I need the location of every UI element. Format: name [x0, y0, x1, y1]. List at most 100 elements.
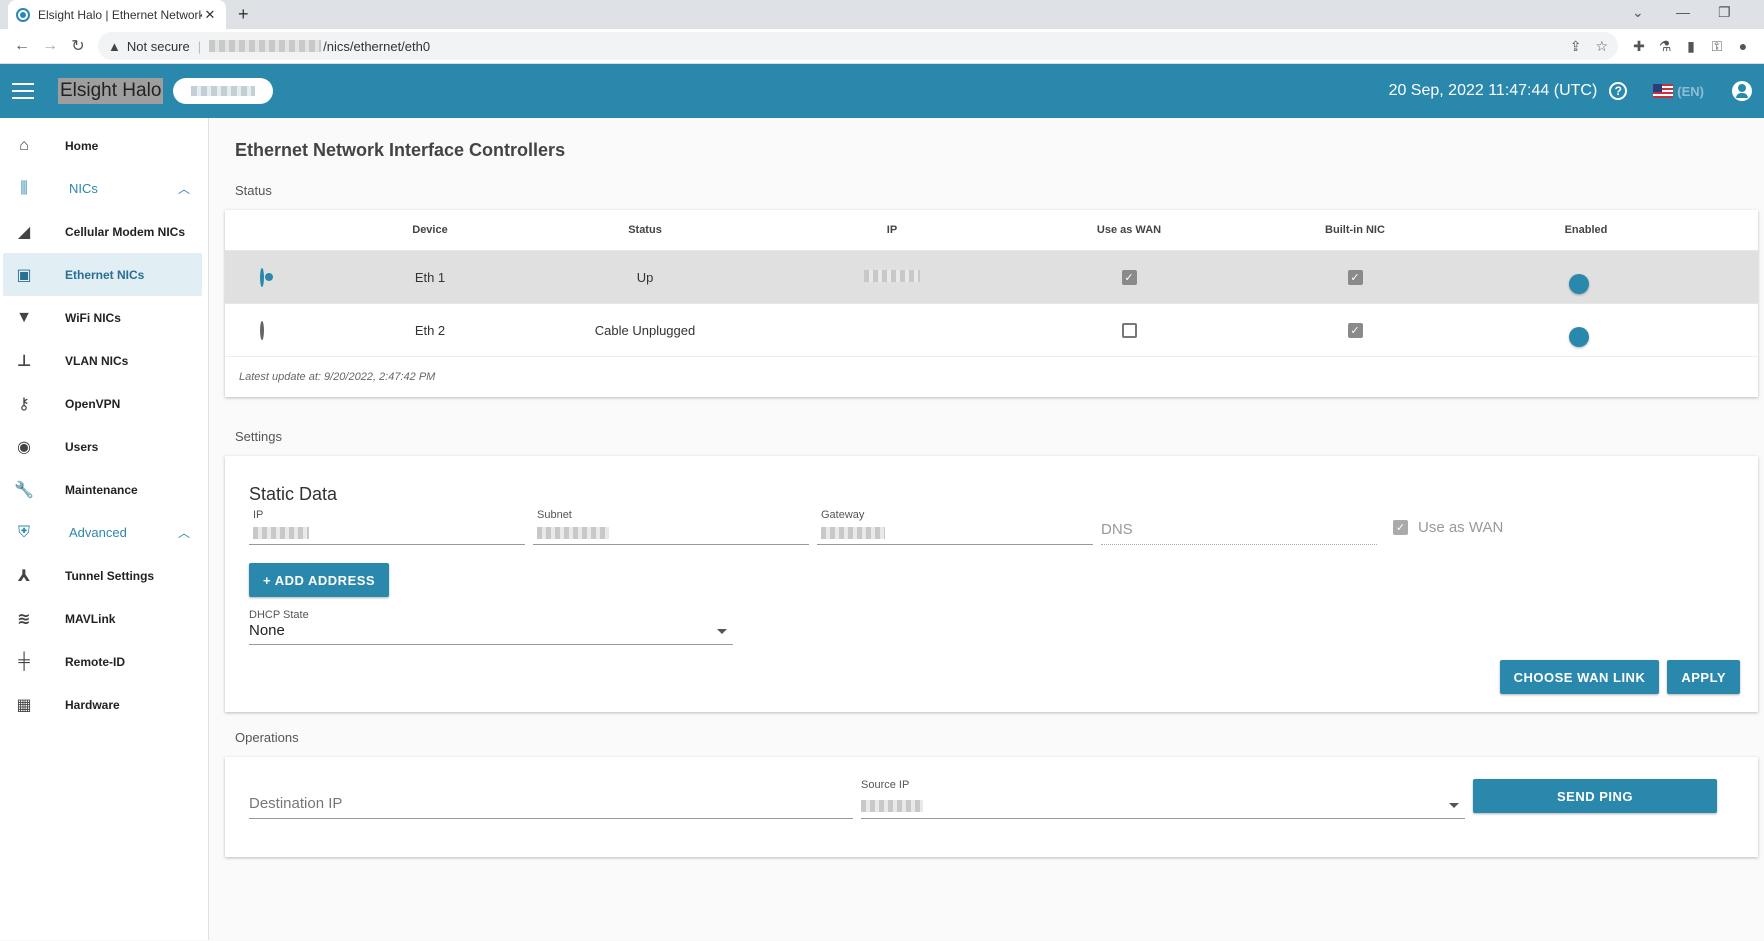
security-label: Not secure [126, 38, 190, 54]
sidebar-item-remote-id[interactable]: ╪ Remote-ID [3, 640, 202, 683]
redacted-ip [864, 269, 920, 282]
key-icon: ⚷ [18, 395, 30, 413]
back-icon[interactable]: ← [8, 37, 36, 55]
minimize-icon[interactable]: — [1676, 4, 1690, 20]
browser-tab[interactable]: Elsight Halo | Ethernet Network I ✕ [8, 0, 226, 29]
network-tree-icon: ⊥ [16, 352, 32, 370]
sidebar-item-label: NICs [69, 181, 98, 196]
restore-icon[interactable]: ❐ [1718, 4, 1731, 21]
main-content: Ethernet Network Interface Controllers S… [209, 118, 1764, 940]
ip-cell [715, 269, 1069, 285]
chevron-up-icon[interactable]: ︿ [178, 180, 190, 197]
share-icon[interactable]: ⇪ [1570, 38, 1582, 55]
sidebar-item-openvpn[interactable]: ⚷ OpenVPN [3, 382, 202, 425]
use-as-wan-label: Use as WAN [1418, 518, 1504, 536]
subnet-field[interactable]: Subnet [533, 509, 809, 545]
sidebar-item-label: Hardware [65, 697, 120, 712]
sidebar-item-hardware[interactable]: ▦ Hardware [3, 683, 202, 726]
apply-button[interactable]: APPLY [1667, 660, 1740, 694]
sidepanel-icon[interactable]: ▮ [1678, 38, 1704, 55]
user-icon: ◉ [17, 438, 31, 456]
dns-field: DNS [1101, 509, 1377, 545]
sidebar-item-label: WiFi NICs [65, 310, 121, 325]
sidebar-item-vlan-nics[interactable]: ⊥ VLAN NICs [3, 339, 202, 382]
sidebar-item-wifi-nics[interactable]: ▼ WiFi NICs [3, 296, 202, 339]
redacted-source-ip [861, 800, 923, 812]
reload-icon[interactable]: ↻ [64, 36, 92, 56]
table-row[interactable]: Eth 2 Cable Unplugged ✓ [225, 303, 1758, 356]
warning-icon: ▲ [108, 38, 121, 54]
wrench-icon: 🔧 [14, 481, 34, 499]
column-header-builtin-nic: Built-in NIC [1325, 224, 1385, 236]
app-header: Elsight Halo 20 Sep, 2022 11:47:44 (UTC)… [0, 64, 1764, 118]
tab-search-icon[interactable]: ⌄ [1632, 4, 1644, 21]
sidebar-item-mavlink[interactable]: ≋ MAVLink [3, 597, 202, 640]
column-header-status: Status [628, 224, 662, 236]
operations-card: Destination IP Source IP SEND PING [225, 757, 1758, 857]
sidebar-item-label: Home [65, 138, 99, 153]
hamburger-menu-icon[interactable] [12, 83, 34, 99]
sidebar-item-users[interactable]: ◉ Users [3, 425, 202, 468]
subnet-field-label: Subnet [537, 509, 572, 521]
bookmark-star-icon[interactable]: ☆ [1595, 38, 1608, 55]
lab-icon[interactable]: ⚗ [1652, 38, 1678, 55]
sidebar-item-ethernet-nics[interactable]: ▣ Ethernet NICs [3, 253, 202, 296]
use-as-wan-option: ✓ Use as WAN [1385, 509, 1503, 545]
destination-ip-input[interactable]: Destination IP [249, 779, 853, 819]
tab-close-icon[interactable]: ✕ [202, 7, 218, 23]
signal-icon: ◢ [17, 223, 31, 241]
sidebar-group-advanced[interactable]: ⛨ Advanced ︿ [3, 511, 202, 554]
hardware-icon: ▦ [16, 696, 32, 714]
ip-field-label: IP [253, 509, 264, 521]
gateway-field[interactable]: Gateway [817, 509, 1093, 545]
sidebar-item-label: OpenVPN [65, 396, 121, 411]
add-address-button[interactable]: + ADD ADDRESS [249, 563, 390, 597]
send-ping-button[interactable]: SEND PING [1473, 779, 1717, 813]
column-header-use-as-wan: Use as WAN [1096, 224, 1162, 236]
antenna-icon: ╪ [18, 652, 30, 670]
dropdown-arrow-icon [1449, 803, 1459, 808]
dhcp-state-label: DHCP State [249, 609, 309, 621]
language-selector[interactable]: (EN) [1677, 84, 1704, 99]
extensions-icon[interactable]: ✚ [1626, 38, 1652, 55]
status-card: Device Status IP Use as WAN Built-in NIC… [225, 210, 1758, 397]
header-datetime: 20 Sep, 2022 11:47:44 (UTC) [1388, 82, 1598, 99]
gateway-field-label: Gateway [821, 509, 865, 521]
new-tab-button[interactable]: + [238, 4, 249, 25]
forward-icon[interactable]: → [36, 37, 64, 55]
sidebar-item-maintenance[interactable]: 🔧 Maintenance [3, 468, 202, 511]
status-cell: Up [636, 269, 654, 285]
sidebar: ⌂ Home ⫼ NICs ︿ ◢ Cellular Modem NICs ▣ … [0, 118, 209, 940]
address-bar[interactable]: ▲ Not secure | /nics/ethernet/eth0 ⇪ ☆ [98, 32, 1618, 60]
ip-field[interactable]: IP [249, 509, 525, 545]
sidebar-item-label: VLAN NICs [65, 353, 129, 368]
status-cell: Cable Unplugged [594, 322, 696, 338]
sidebar-item-home[interactable]: ⌂ Home [3, 124, 202, 167]
chevron-up-icon[interactable]: ︿ [178, 524, 190, 541]
account-icon[interactable] [1732, 81, 1752, 101]
dhcp-state-select[interactable]: DHCP State None [249, 609, 733, 645]
use-as-wan-checkbox[interactable]: ✓ [1121, 269, 1137, 285]
us-flag-icon[interactable] [1653, 84, 1674, 98]
status-section-label: Status [235, 183, 272, 198]
redacted-ip-value [253, 527, 309, 539]
table-row[interactable]: Eth 1 Up ✓ ✓ [225, 250, 1758, 303]
dns-placeholder: DNS [1101, 521, 1133, 538]
static-data-title: Static Data [249, 484, 338, 504]
app-title: Elsight Halo [58, 78, 164, 104]
sidebar-group-nics[interactable]: ⫼ NICs ︿ [3, 167, 202, 210]
source-ip-select[interactable]: Source IP [861, 779, 1465, 819]
sidebar-item-tunnel-settings[interactable]: ⅄ Tunnel Settings [3, 554, 202, 597]
operations-section-label: Operations [235, 730, 299, 745]
sidebar-item-cellular-modem-nics[interactable]: ◢ Cellular Modem NICs [3, 210, 202, 253]
use-as-wan-checkbox[interactable] [1121, 322, 1137, 338]
browser-toolbar: ← → ↻ ▲ Not secure | /nics/ethernet/eth0… [0, 29, 1764, 64]
row-radio-button[interactable] [260, 320, 264, 340]
profile-icon[interactable]: ● [1730, 38, 1756, 54]
redacted-host [209, 40, 322, 52]
sidebar-item-label: Remote-ID [65, 654, 126, 669]
key-icon[interactable]: ⚿ [1704, 38, 1730, 55]
help-icon[interactable]: ? [1609, 82, 1628, 100]
row-radio-button[interactable] [260, 267, 264, 287]
choose-wan-link-button[interactable]: CHOOSE WAN LINK [1499, 660, 1660, 694]
